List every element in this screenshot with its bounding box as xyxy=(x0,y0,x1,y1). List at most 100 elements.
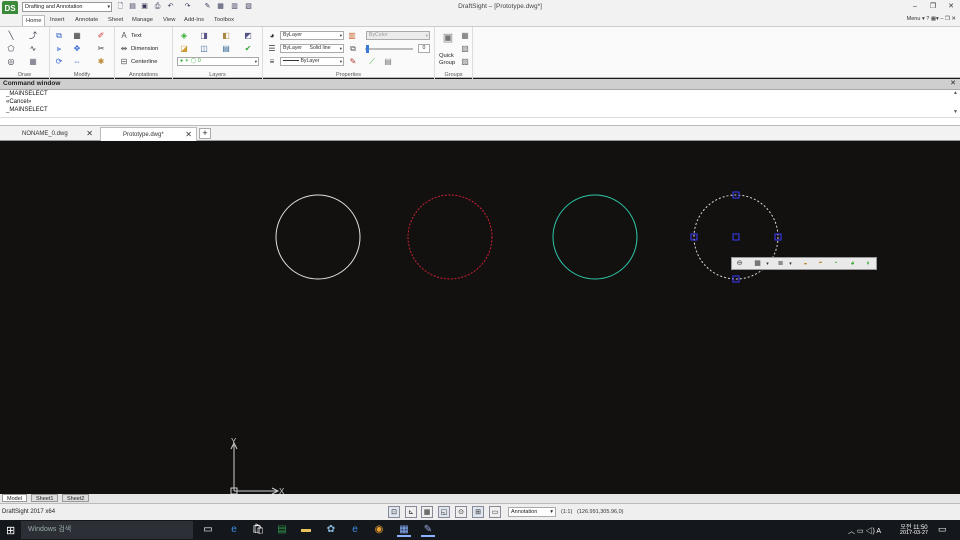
workspace-select[interactable]: Drafting and Annotation ▾ xyxy=(22,2,112,12)
mirror-icon[interactable]: ⫸ xyxy=(54,44,64,54)
tab-sheet2[interactable]: Sheet2 xyxy=(62,494,90,502)
volume-icon[interactable]: ◁) xyxy=(866,528,877,535)
layer-manager-icon[interactable]: ◈ xyxy=(179,31,189,41)
linetype-select[interactable]: ByLayer Solid line ▾ xyxy=(280,44,344,53)
tab-add-ins[interactable]: Add-Ins xyxy=(181,15,207,26)
quick-group-label[interactable]: Quick xyxy=(439,53,454,59)
polar-icon[interactable]: ◱ xyxy=(438,506,450,518)
doc-tab-prototype[interactable]: Prototype.dwg* ✕ xyxy=(100,127,197,141)
scroll-down-icon[interactable]: ▼ xyxy=(953,109,958,115)
open-icon[interactable]: ▤ xyxy=(128,2,137,11)
layer-lock-icon[interactable]: ◔ xyxy=(830,259,841,269)
close-icon[interactable]: ✕ xyxy=(86,127,93,141)
chevron-down-icon[interactable]: ▾ xyxy=(785,259,796,269)
doc-tab-noname[interactable]: NONAME_0.dwg ✕ xyxy=(0,127,97,141)
text-button[interactable]: Text xyxy=(131,33,142,39)
windows-start-icon[interactable]: ⊞ xyxy=(6,524,15,537)
zoom-icon[interactable]: ⊖ xyxy=(734,259,745,269)
tab-manage[interactable]: Manage xyxy=(129,15,156,26)
redo-icon[interactable]: ↷ xyxy=(183,2,192,11)
layer-tools-icon[interactable]: ◧ xyxy=(221,31,231,41)
calculator-icon[interactable]: ▦ xyxy=(397,523,411,537)
layer-isolate-icon[interactable]: ◫ xyxy=(199,44,209,54)
print-icon[interactable]: ⎙ xyxy=(153,2,162,11)
snap-icon[interactable]: ⊡ xyxy=(388,506,400,518)
circle-icon[interactable]: ◎ xyxy=(6,57,16,67)
slider-thumb[interactable] xyxy=(366,45,369,53)
match-properties-icon[interactable]: ◕ xyxy=(267,31,277,41)
network-icon[interactable]: ▭ xyxy=(857,528,866,535)
copy-icon[interactable]: ⧉ xyxy=(54,31,64,41)
input-language[interactable]: A xyxy=(876,528,881,535)
list-icon[interactable]: ▤ xyxy=(383,57,393,67)
eraser-icon[interactable]: ✐ xyxy=(96,31,106,41)
restore-icon[interactable]: ❐ xyxy=(928,2,938,12)
tab-model[interactable]: Model xyxy=(2,494,27,502)
draftsight-taskbar-icon[interactable]: ✎ xyxy=(421,523,435,537)
grip-center[interactable] xyxy=(732,233,740,241)
layer-isolate-icon[interactable]: ◑ xyxy=(862,259,873,269)
tab-sheet[interactable]: Sheet xyxy=(105,15,126,26)
tab-toolbox[interactable]: Toolbox xyxy=(211,15,237,26)
tab-home[interactable]: Home xyxy=(22,15,46,26)
folder-icon[interactable]: ▦ xyxy=(216,2,225,11)
array-icon[interactable]: ▦ xyxy=(72,31,82,41)
app-icon[interactable]: ✿ xyxy=(324,523,338,537)
task-view-icon[interactable]: ▭ xyxy=(201,523,215,537)
tab-view[interactable]: View xyxy=(160,15,178,26)
plotstyle-select[interactable]: ByColor ▾ xyxy=(366,31,430,40)
linetype-icon[interactable]: ☰ xyxy=(267,44,277,54)
save-icon[interactable]: ▣ xyxy=(140,2,149,11)
chrome-icon[interactable]: ◉ xyxy=(372,523,386,537)
layer-freeze-icon[interactable]: ▤ xyxy=(221,44,231,54)
brush-icon[interactable]: ⟋ xyxy=(367,57,377,67)
transparency-icon[interactable]: ⧉ xyxy=(348,44,358,54)
layer-match-icon[interactable]: ◕ xyxy=(847,259,858,269)
layer-previous-icon[interactable]: ◩ xyxy=(243,31,253,41)
lineweight-icon[interactable]: ≡ xyxy=(267,57,277,67)
menu-button[interactable]: Menu xyxy=(907,16,921,22)
transparency-slider[interactable] xyxy=(365,48,413,50)
circle-cyan[interactable] xyxy=(552,194,638,280)
quick-group-icon[interactable]: ▣ xyxy=(441,33,455,47)
quick-group-label-2[interactable]: Group xyxy=(439,60,455,66)
transparency-value[interactable]: 0 xyxy=(418,44,430,53)
annotation-scale-select[interactable]: Annotation ▾ xyxy=(508,507,556,517)
new-icon[interactable]: 🗋 xyxy=(116,2,125,11)
excel-icon[interactable]: ▤ xyxy=(275,523,289,537)
move-icon[interactable]: ✥ xyxy=(72,44,82,54)
color-select[interactable]: ByLayer ▾ xyxy=(280,31,344,40)
close-icon[interactable]: ✕ xyxy=(946,2,956,12)
drawing-canvas[interactable]: Y X xyxy=(0,141,960,496)
store-icon[interactable]: 🛍 xyxy=(251,523,265,537)
line-icon[interactable]: ╲ xyxy=(6,31,16,41)
scale-icon[interactable]: ⇔ xyxy=(72,57,82,67)
tab-insert[interactable]: Insert xyxy=(47,15,68,26)
undo-icon[interactable]: ↶ xyxy=(166,2,175,11)
dimension-icon[interactable]: ⇹ xyxy=(119,44,129,54)
esnap-icon[interactable]: ⊙ xyxy=(455,506,467,518)
tab-annotate[interactable]: Annotate xyxy=(72,15,101,26)
group-edit-icon[interactable]: ▦ xyxy=(460,31,470,41)
notification-icon[interactable]: ▭ xyxy=(938,524,947,535)
group-ungroup-icon[interactable]: ▧ xyxy=(460,44,470,54)
polygon-icon[interactable]: ⬠ xyxy=(6,44,16,54)
chevron-down-icon[interactable]: ▾ xyxy=(762,259,773,269)
centerline-button[interactable]: Centerline xyxy=(131,59,157,65)
scroll-up-icon[interactable]: ▲ xyxy=(953,90,958,96)
make-current-icon[interactable]: ✔ xyxy=(243,44,253,54)
clock-date[interactable]: 2017-03-27 xyxy=(895,530,933,536)
clipboard-icon[interactable]: ▧ xyxy=(244,2,253,11)
rotate-icon[interactable]: ⟳ xyxy=(54,57,64,67)
lineweight-select[interactable]: ByLayer ▾ xyxy=(280,57,344,66)
close-icon[interactable]: ✕ xyxy=(951,16,956,22)
chevron-up-icon[interactable]: ︿ xyxy=(848,528,857,535)
tab-sheet1[interactable]: Sheet1 xyxy=(31,494,59,502)
layer-state-icon[interactable]: ◨ xyxy=(199,31,209,41)
group-manager-icon[interactable]: ▨ xyxy=(460,57,470,67)
dimension-button[interactable]: Dimension xyxy=(131,46,158,52)
text-icon[interactable]: A xyxy=(119,31,129,41)
layer-freeze-icon[interactable]: ◓ xyxy=(815,259,826,269)
edge-icon[interactable]: e xyxy=(227,523,241,537)
orthogonal-icon[interactable]: ⊾ xyxy=(405,506,417,518)
